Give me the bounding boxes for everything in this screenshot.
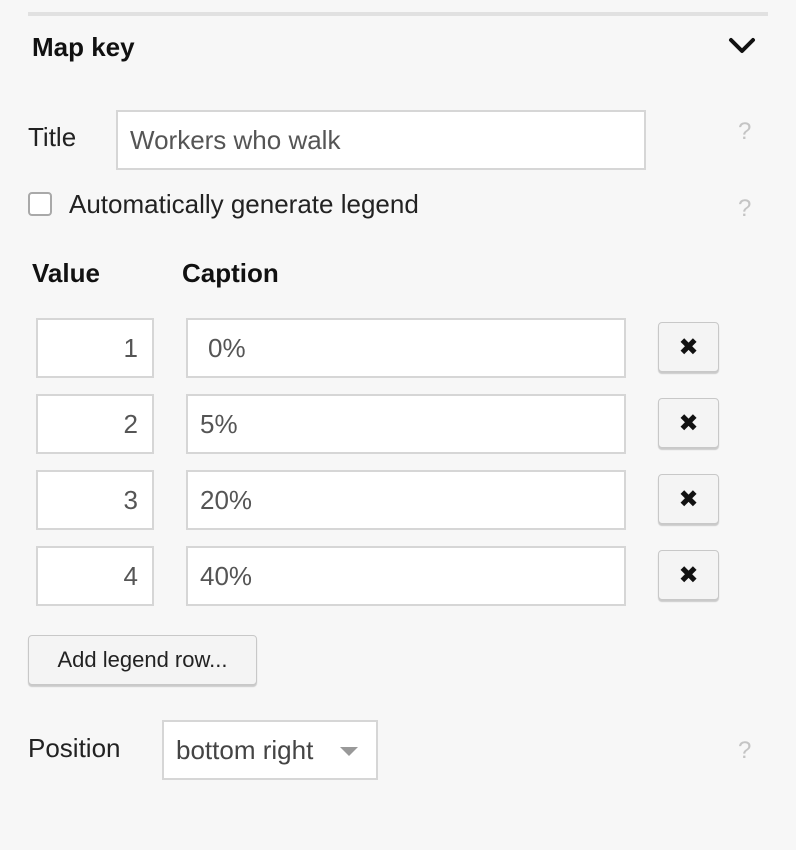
chevron-down-icon[interactable] [728, 36, 756, 56]
dropdown-caret-icon [340, 747, 358, 756]
legend-row: 3 20% ✖ [0, 470, 796, 532]
position-selected-value: bottom right [176, 735, 314, 765]
remove-row-button[interactable]: ✖ [658, 550, 719, 600]
legend-value-input[interactable]: 1 [36, 318, 154, 378]
legend-value-input[interactable]: 3 [36, 470, 154, 530]
section-divider [28, 12, 768, 16]
legend-row: 4 40% ✖ [0, 546, 796, 608]
auto-legend-help-icon[interactable]: ? [738, 195, 751, 223]
close-icon: ✖ [678, 409, 699, 437]
map-key-panel: Map key Title ? Automatically generate l… [0, 0, 796, 850]
value-column-header: Value [32, 258, 100, 288]
position-select[interactable]: bottom right [162, 720, 378, 780]
legend-value-input[interactable]: 2 [36, 394, 154, 454]
auto-legend-checkbox[interactable] [28, 192, 52, 216]
auto-legend-label[interactable]: Automatically generate legend [69, 189, 419, 220]
title-help-icon[interactable]: ? [738, 118, 751, 146]
close-icon: ✖ [678, 485, 699, 513]
close-icon: ✖ [678, 333, 699, 361]
remove-row-button[interactable]: ✖ [658, 398, 719, 448]
title-input[interactable] [116, 110, 646, 170]
legend-caption-input[interactable]: 20% [186, 470, 626, 530]
remove-row-button[interactable]: ✖ [658, 322, 719, 372]
legend-caption-input[interactable]: 40% [186, 546, 626, 606]
title-label: Title [28, 122, 77, 152]
add-legend-row-button[interactable]: Add legend row... [28, 635, 257, 685]
legend-row: 2 5% ✖ [0, 394, 796, 456]
position-label: Position [28, 733, 121, 763]
caption-column-header: Caption [182, 258, 279, 288]
position-help-icon[interactable]: ? [738, 737, 751, 765]
section-title: Map key [32, 32, 135, 62]
remove-row-button[interactable]: ✖ [658, 474, 719, 524]
legend-caption-input[interactable]: 5% [186, 394, 626, 454]
legend-row: 1 0% ✖ [0, 318, 796, 380]
legend-caption-input[interactable]: 0% [186, 318, 626, 378]
legend-value-input[interactable]: 4 [36, 546, 154, 606]
close-icon: ✖ [678, 561, 699, 589]
